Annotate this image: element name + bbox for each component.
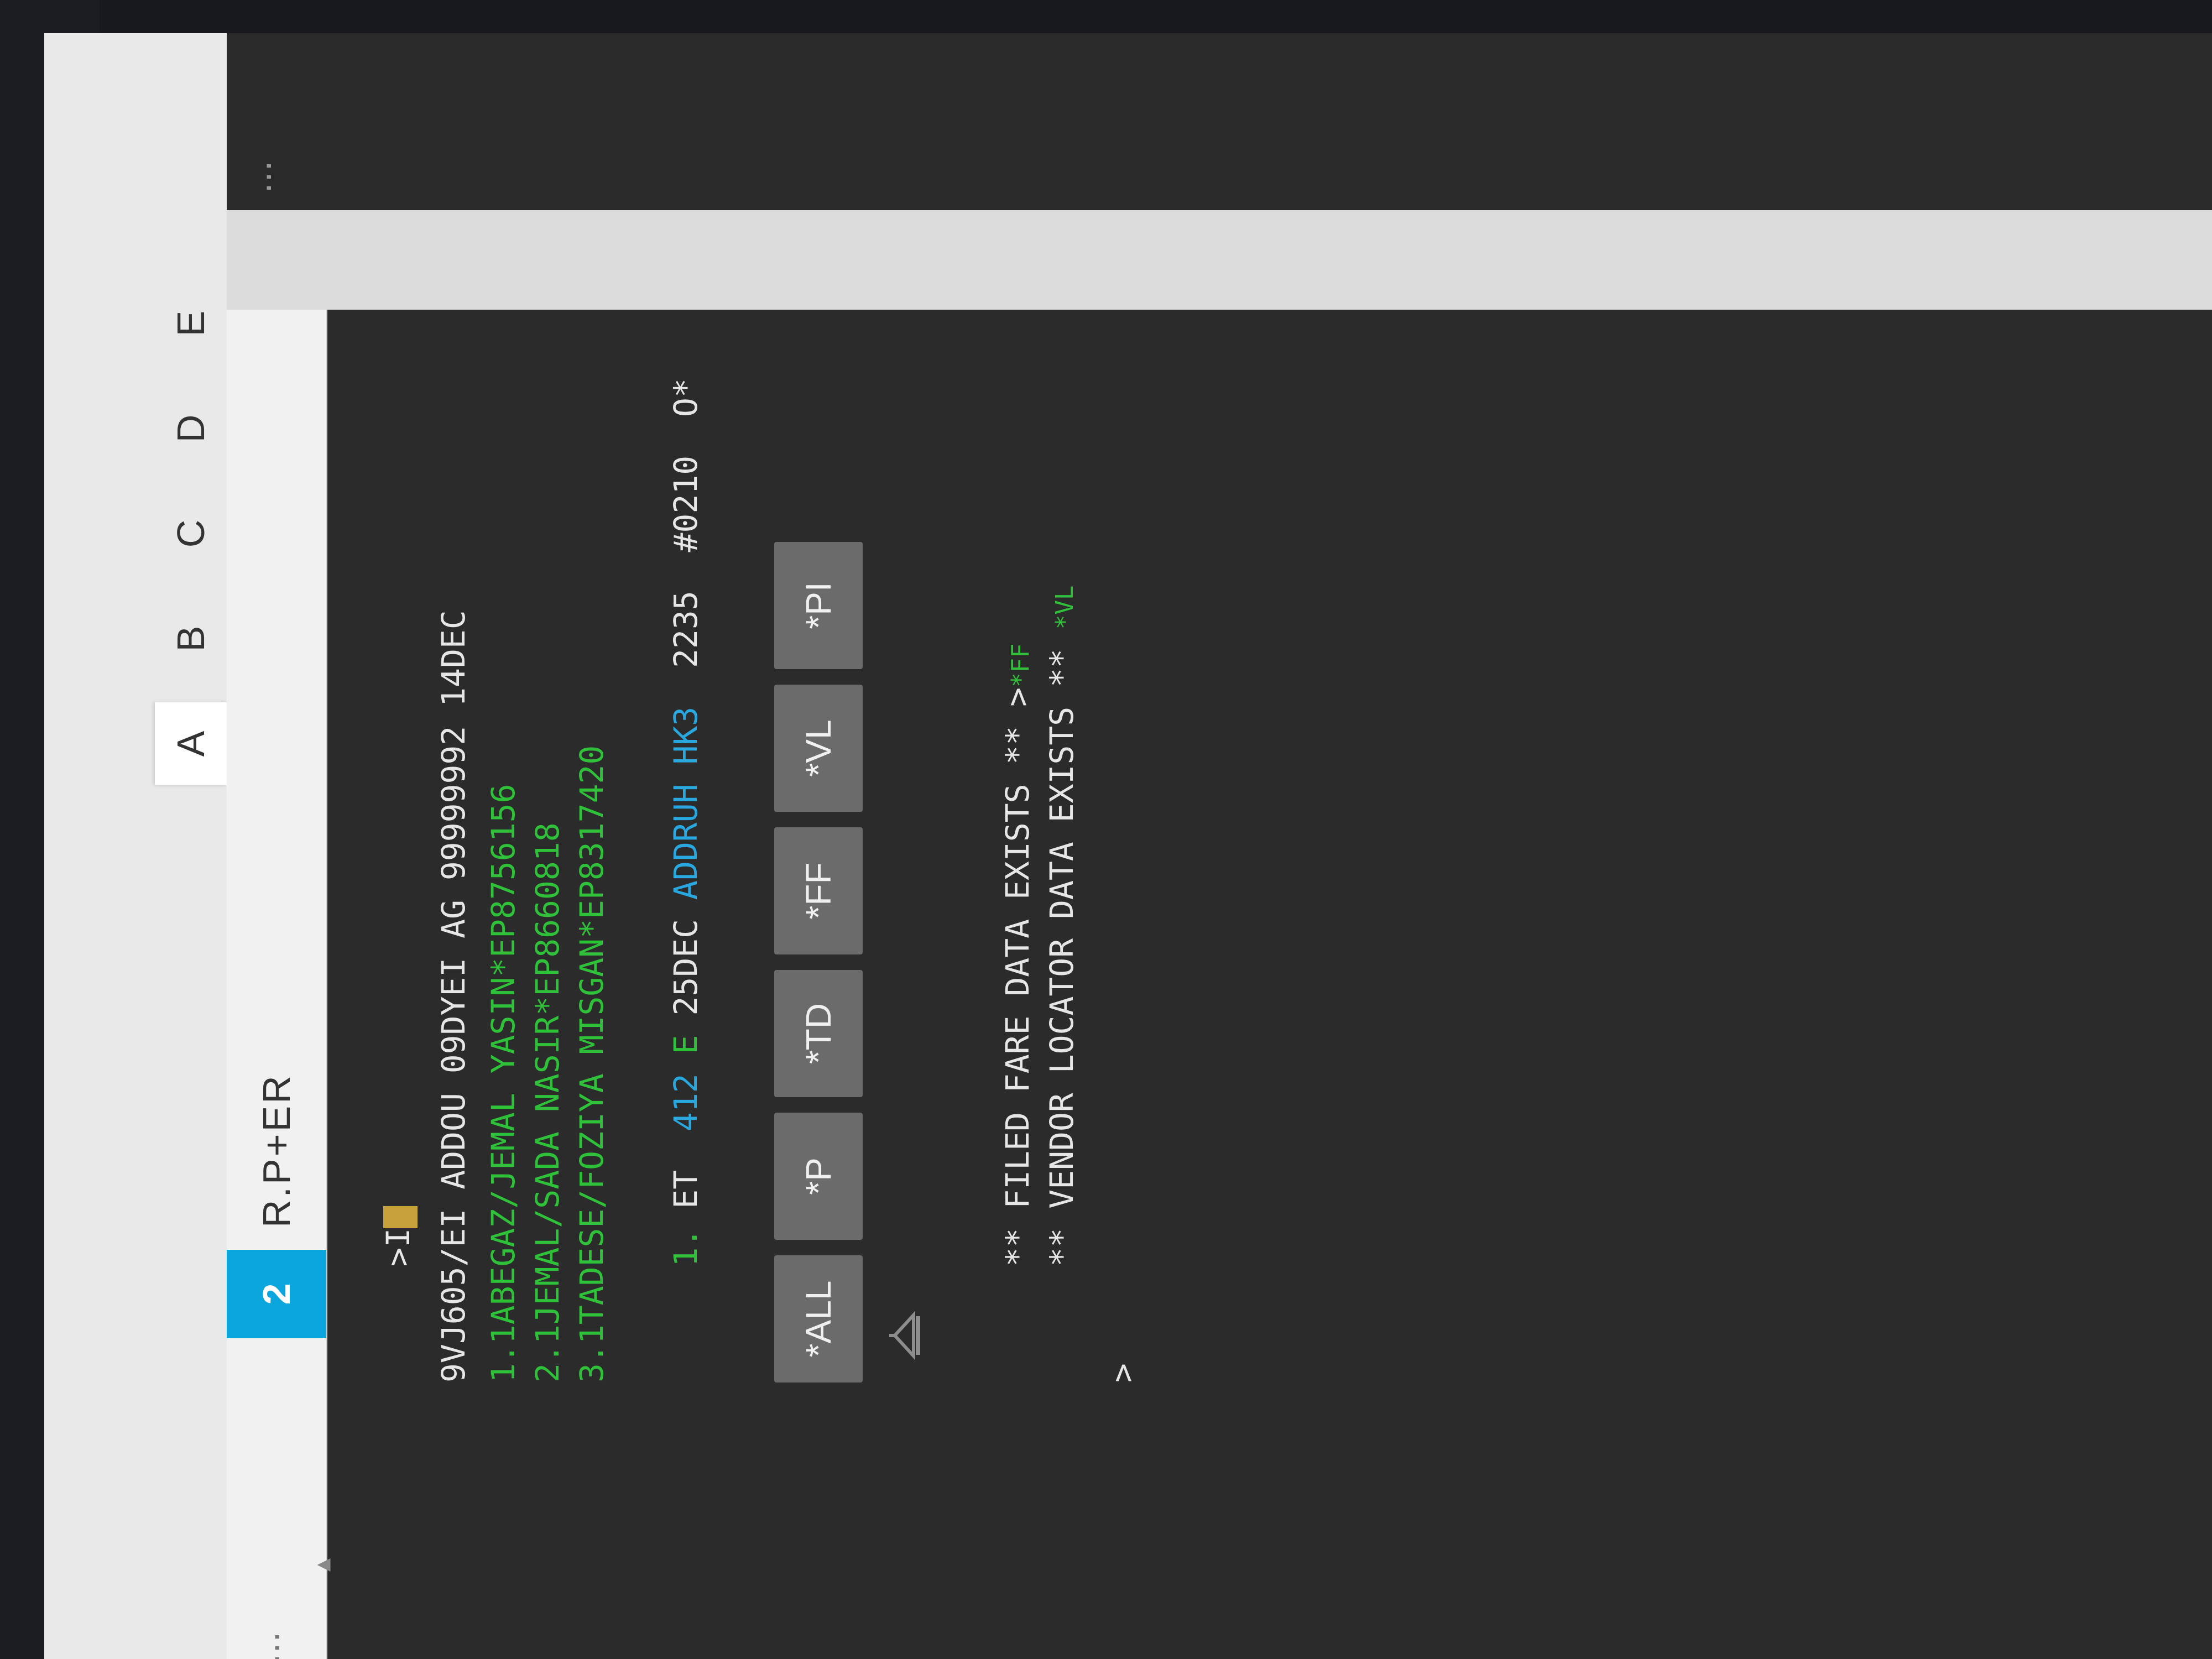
quick-command-bar: *ALL *P *TD *FF *VL *PI <box>774 542 863 1383</box>
cmd-button-all[interactable]: *ALL <box>774 1255 863 1383</box>
segment-departure: 2235 <box>667 591 705 668</box>
vendor-locator-message: ** VENDOR LOCATOR DATA EXISTS ** *VL <box>995 586 1131 1383</box>
tab-title[interactable]: R.P+ER <box>227 785 326 1228</box>
text-cursor <box>383 1206 418 1228</box>
pnr-header: 9VJ605/EI ADDOU 09DYEI AG 99999992 14DEC <box>435 610 472 1383</box>
pane-divider[interactable] <box>227 210 2212 310</box>
vendor-link[interactable]: *VL <box>1051 586 1079 629</box>
segment-ref: #0210 <box>667 455 705 552</box>
collapse-arrow-icon[interactable]: ▲ <box>310 1548 335 1582</box>
segment-status: HK3 <box>667 706 705 765</box>
vendor-message-text: ** VENDOR LOCATOR DATA EXISTS ** <box>1043 649 1081 1267</box>
ellipsis-icon[interactable]: ⋯ <box>249 155 304 199</box>
pane-tab-d[interactable]: D <box>155 387 227 470</box>
cmd-button-vl[interactable]: *VL <box>774 685 863 812</box>
segment-class: E <box>667 1035 705 1055</box>
segment-line: 1. ET 412 E 25DEC ADDRUH HK3 2235 #0210 … <box>619 378 752 1383</box>
segment-route[interactable]: ADDRUH <box>667 784 705 900</box>
pane-tab-c[interactable]: C <box>155 492 227 575</box>
passenger-line-2: 2.1JEMAL/SADA NASIR*EP8660818 <box>529 822 566 1383</box>
hanger-icon[interactable] <box>885 1311 924 1360</box>
cmd-button-ff[interactable]: *FF <box>774 827 863 954</box>
pane-tab-a[interactable]: A <box>155 702 227 785</box>
cmd-button-td[interactable]: *TD <box>774 970 863 1097</box>
passenger-line-1: 1.1ABEGAZ/JEMAL YASIN*EP8756156 <box>484 784 522 1383</box>
pane-tab-b[interactable]: B <box>155 597 227 680</box>
segment-carrier: ET <box>667 1170 705 1209</box>
tab-number-badge[interactable]: 2 <box>227 1250 326 1338</box>
segment-extra: O* <box>667 378 705 417</box>
final-prompt[interactable]: > <box>1100 1363 1145 1383</box>
terminal-output[interactable]: >I 9VJ605/EI ADDOU 09DYEI AG 99999992 14… <box>332 332 2046 1383</box>
terminal-window: A B C D E ⋯ ▲ 2 R.P+ER >I 9VJ605/EI ADDO… <box>44 33 2212 1659</box>
secondary-pane: ⋯ <box>227 33 2212 310</box>
passenger-line-3: 3.1TADESE/FOZIYA MISGAN*EP8317420 <box>573 745 611 1383</box>
cmd-button-pi[interactable]: *PI <box>774 542 863 669</box>
command-text: >I <box>379 1228 417 1267</box>
pane-selector: A B C D E <box>44 33 227 1659</box>
segment-flight[interactable]: 412 <box>667 1073 705 1131</box>
ellipsis-icon[interactable]: ⋯ <box>249 1626 304 1659</box>
segment-date: 25DEC <box>667 919 705 1016</box>
cmd-button-p[interactable]: *P <box>774 1113 863 1240</box>
segment-number: 1. <box>667 1228 705 1267</box>
pane-tab-e[interactable]: E <box>155 282 227 365</box>
